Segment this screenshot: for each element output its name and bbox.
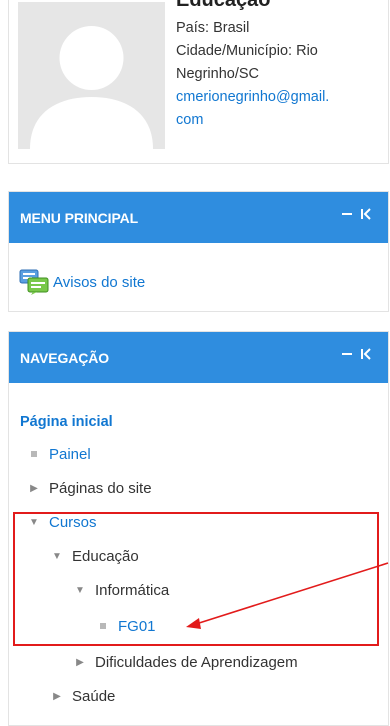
profile-city: Cidade/Município: Rio (176, 43, 318, 59)
chevron-right-icon: ▶ (76, 657, 84, 668)
profile-country: País: Brasil (176, 20, 250, 36)
dock-block-icon[interactable] (360, 348, 372, 360)
collapse-icon[interactable] (341, 208, 353, 220)
chevron-right-icon: ▶ (53, 691, 61, 702)
profile-name: Educação (176, 0, 271, 11)
nav-item-category-learning-difficulties[interactable]: ▶ Dificuldades de Aprendizagem (73, 654, 298, 671)
news-link[interactable]: Avisos do site (53, 274, 145, 291)
user-silhouette-icon (18, 2, 165, 149)
annotation-highlight-box (13, 512, 379, 646)
profile-email-link-cont[interactable]: com (176, 112, 203, 128)
nav-item-label: Páginas do site (49, 480, 152, 497)
nav-home-link[interactable]: Página inicial (20, 414, 113, 430)
forum-icon (19, 269, 49, 295)
nav-item-site-pages[interactable]: ▶ Páginas do site (27, 480, 152, 497)
bullet-icon (27, 449, 41, 460)
nav-item-category-health[interactable]: ▶ Saúde (50, 688, 115, 705)
nav-item-label: Dificuldades de Aprendizagem (95, 654, 298, 671)
nav-item-label[interactable]: Painel (49, 446, 91, 463)
collapse-icon[interactable] (341, 348, 353, 360)
dock-block-icon[interactable] (360, 208, 372, 220)
chevron-right-icon: ▶ (30, 483, 38, 494)
profile-city-cont: Negrinho/SC (176, 66, 260, 82)
navigation-header: NAVEGAÇÃO (9, 332, 388, 383)
navigation-title: NAVEGAÇÃO (20, 349, 110, 366)
main-menu-block: MENU PRINCIPAL Avisos do site (8, 191, 389, 312)
nav-item-dashboard[interactable]: Painel (27, 446, 91, 463)
main-menu-title: MENU PRINCIPAL (20, 209, 139, 226)
main-menu-item-news[interactable]: Avisos do site (19, 269, 145, 295)
profile-card: Educação País: Brasil Cidade/Município: … (8, 0, 389, 164)
profile-email-link[interactable]: cmerionegrinho@gmail. (176, 89, 329, 105)
nav-item-label: Saúde (72, 688, 116, 705)
main-menu-header: MENU PRINCIPAL (9, 192, 388, 243)
avatar[interactable] (18, 2, 165, 149)
